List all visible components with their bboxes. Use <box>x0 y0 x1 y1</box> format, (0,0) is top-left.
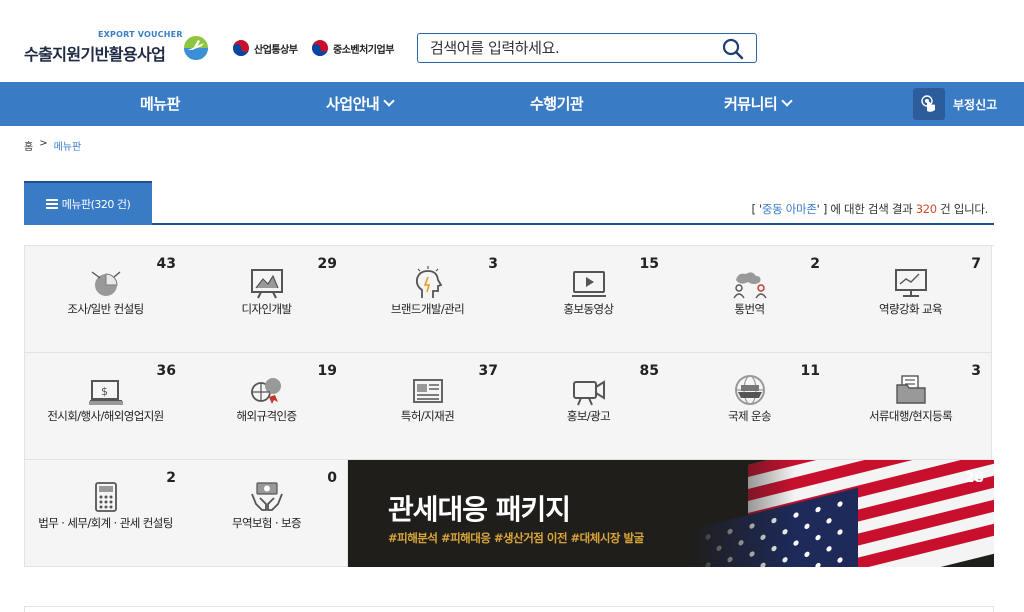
search-input[interactable] <box>430 37 710 59</box>
category-label: 해외규격인증 <box>236 409 297 423</box>
result-count: 320 <box>915 202 937 216</box>
camera-ad-icon <box>573 380 605 406</box>
category-label: 홍보동영상 <box>563 302 615 316</box>
category-label: 국제 운송 <box>728 409 772 423</box>
category-count: 11 <box>800 363 820 379</box>
svg-text:$: $ <box>101 385 108 398</box>
hamburger-icon <box>45 199 58 209</box>
category-count: 0 <box>327 470 337 486</box>
design-board-icon <box>251 269 283 299</box>
taegeuk-emblem-icon <box>233 40 249 56</box>
ministry-name: 중소벤처기업부 <box>333 44 394 56</box>
category-count: 3 <box>971 363 981 379</box>
report-label: 부정신고 <box>953 97 998 112</box>
category-label: 역량강화 교육 <box>879 302 943 316</box>
category-card[interactable]: 19 해외규격인증 <box>186 353 348 460</box>
touch-hand-icon <box>913 88 945 120</box>
category-card[interactable]: 15 홍보동영상 <box>508 246 670 353</box>
banner-tags: #피해분석 #피해대응 #생산거점 이전 #대체시장 발굴 <box>388 531 644 545</box>
category-card[interactable]: 2 통번역 <box>669 246 831 353</box>
ministry-logo-mss[interactable]: 중소벤처기업부 <box>311 38 394 58</box>
site-logo[interactable]: EXPORT VOUCHER 수출지원기반활용사업 <box>24 28 214 68</box>
category-count: 43 <box>156 256 176 272</box>
category-count: 85 <box>639 363 659 379</box>
tab-menu[interactable]: 메뉴판(320 건) <box>24 181 152 225</box>
category-label: 서류대행/현지등록 <box>868 409 953 423</box>
site-header: EXPORT VOUCHER 수출지원기반활용사업 산업통상부 중소벤처기업부 <box>0 0 1024 82</box>
idea-head-icon <box>415 266 443 298</box>
category-count: 19 <box>317 363 337 379</box>
search-keyword: 중동 아마존 <box>761 202 817 216</box>
insurance-hands-icon <box>251 482 283 511</box>
nav-item-menu[interactable]: 메뉴판 <box>140 82 180 126</box>
category-label: 특허/지재권 <box>400 409 455 423</box>
exhibition-booth-icon: $ <box>89 380 123 405</box>
category-count: 2 <box>810 256 820 272</box>
translation-people-icon <box>733 272 767 299</box>
category-label: 브랜드개발/관리 <box>390 302 465 316</box>
category-card[interactable]: 43 조사/일반 컨설팅 <box>25 246 187 353</box>
chevron-down-icon <box>383 95 395 107</box>
nav-item-business[interactable]: 사업안내 <box>326 82 395 126</box>
tab-bar: 메뉴판(320 건) [ '중동 아마존' ] 에 대한 검색 결과 320 건… <box>24 181 994 225</box>
shipping-globe-icon <box>735 375 765 405</box>
ministry-logo-motie[interactable]: 산업통상부 <box>232 38 298 58</box>
category-card[interactable]: 7 역량강화 교육 <box>830 246 992 353</box>
category-label: 전시회/행사/해외영업지원 <box>47 409 164 423</box>
report-button[interactable]: 부정신고 <box>913 88 997 120</box>
banner-title: 관세대응 패키지 <box>388 493 571 526</box>
nav-item-agencies[interactable]: 수행기관 <box>530 82 584 126</box>
folder-documents-icon <box>896 375 926 404</box>
category-count: 29 <box>317 256 337 272</box>
chevron-down-icon <box>781 95 793 107</box>
category-count: 3 <box>488 256 498 272</box>
certification-icon <box>251 378 281 404</box>
logo-title: 수출지원기반활용사업 <box>24 45 166 64</box>
category-card[interactable]: 37 특허/지재권 <box>347 353 509 460</box>
ministry-name: 산업통상부 <box>254 44 298 56</box>
category-card[interactable]: 29 디자인개발 <box>186 246 348 353</box>
category-count: 37 <box>478 363 498 379</box>
banner-count: 28 <box>964 470 984 486</box>
category-label: 법무 · 세무/회계 · 관세 컨설팅 <box>38 516 173 530</box>
category-grid: 43 조사/일반 컨설팅 29 디자인개발 3 브랜드개발/관리 15 홍보동영… <box>24 245 994 567</box>
training-monitor-icon <box>895 269 927 297</box>
airplane-globe-icon <box>184 36 208 60</box>
category-card[interactable]: 11 국제 운송 <box>669 353 831 460</box>
video-play-icon <box>572 271 606 297</box>
category-label: 통번역 <box>734 302 766 316</box>
category-label: 조사/일반 컨설팅 <box>67 302 144 316</box>
pie-chart-icon <box>91 271 121 296</box>
nav-item-community[interactable]: 커뮤니티 <box>724 82 793 126</box>
category-card[interactable]: 2 법무 · 세무/회계 · 관세 컨설팅 <box>25 460 187 567</box>
calculator-icon <box>95 482 117 512</box>
search-result-summary: [ '중동 아마존' ] 에 대한 검색 결과 320 건 입니다. <box>751 202 988 216</box>
category-count: 15 <box>639 256 659 272</box>
patent-document-icon <box>413 379 443 403</box>
search-icon[interactable] <box>722 38 744 60</box>
category-card[interactable]: 36 $ 전시회/행사/해외영업지원 <box>25 353 187 460</box>
category-card[interactable]: 3 서류대행/현지등록 <box>830 353 992 460</box>
category-label: 홍보/광고 <box>566 409 611 423</box>
breadcrumb: 홈 > 메뉴판 <box>24 138 81 153</box>
breadcrumb-home[interactable]: 홈 <box>24 138 33 153</box>
category-label: 무역보험 · 보증 <box>231 516 302 530</box>
category-card[interactable]: 3 브랜드개발/관리 <box>347 246 509 353</box>
category-card[interactable]: 0 무역보험 · 보증 <box>186 460 348 567</box>
tariff-package-banner[interactable]: 관세대응 패키지 #피해분석 #피해대응 #생산거점 이전 #대체시장 발굴 2… <box>348 460 994 567</box>
main-nav: 메뉴판 사업안내 수행기관 커뮤니티 <box>0 82 1024 126</box>
tab-label: 메뉴판(320 건) <box>61 198 131 211</box>
us-flag-image <box>688 460 994 567</box>
logo-subtitle: EXPORT VOUCHER <box>98 30 183 39</box>
category-count: 7 <box>971 256 981 272</box>
breadcrumb-separator: > <box>39 138 48 149</box>
search-box <box>417 33 757 63</box>
results-panel <box>24 606 994 612</box>
breadcrumb-current[interactable]: 메뉴판 <box>54 138 82 153</box>
category-label: 디자인개발 <box>241 302 293 316</box>
category-count: 2 <box>166 470 176 486</box>
category-count: 36 <box>156 363 176 379</box>
taegeuk-emblem-icon <box>312 40 328 56</box>
category-card[interactable]: 85 홍보/광고 <box>508 353 670 460</box>
